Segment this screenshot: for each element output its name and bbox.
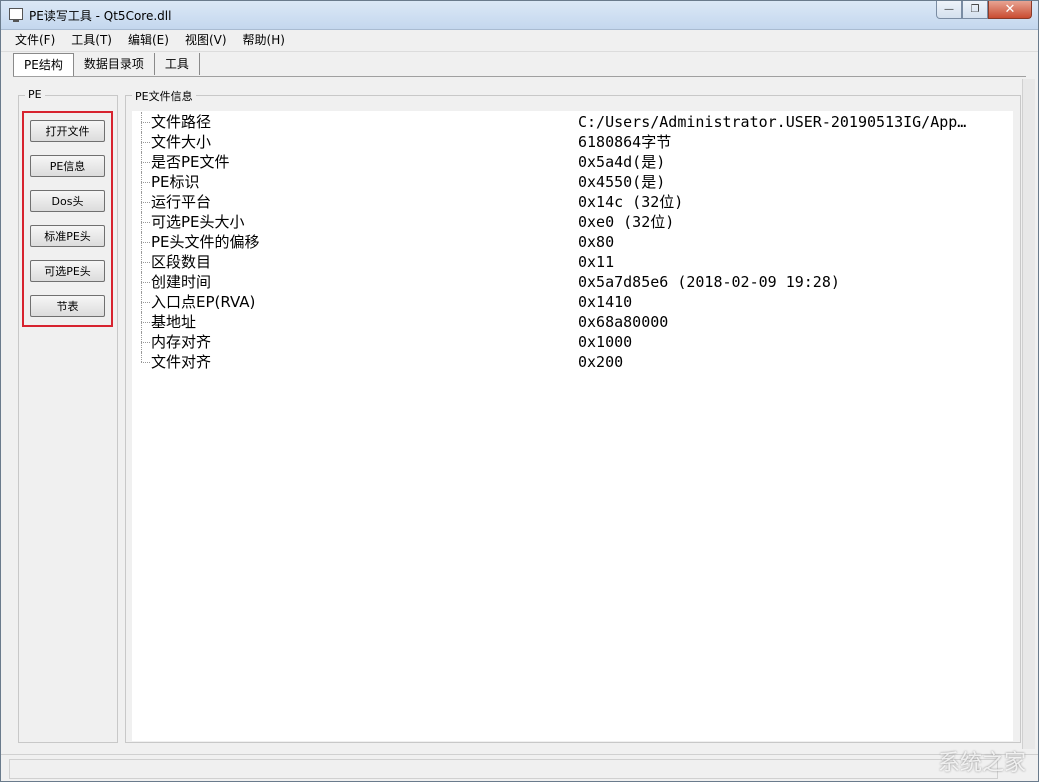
tree-connector bbox=[141, 122, 150, 124]
tree-row[interactable]: 区段数目 0x11 bbox=[132, 252, 1013, 272]
row-value: 0x1000 bbox=[578, 333, 633, 351]
tree-row[interactable]: 文件大小 6180864字节 bbox=[132, 132, 1013, 152]
tree-connector bbox=[141, 142, 150, 144]
menu-file[interactable]: 文件(F) bbox=[7, 30, 63, 51]
row-value: 6180864字节 bbox=[578, 133, 672, 151]
row-value: C:/Users/Administrator.USER-20190513IG/A… bbox=[578, 113, 967, 131]
app-icon bbox=[9, 8, 23, 22]
tab-bar: PE结构 数据目录项 工具 bbox=[13, 53, 200, 77]
tree-connector bbox=[141, 242, 150, 244]
row-key: 是否PE文件 bbox=[151, 153, 230, 171]
tree-connector bbox=[141, 322, 150, 324]
row-value: 0x11 bbox=[578, 253, 615, 271]
row-key: 可选PE头大小 bbox=[151, 213, 245, 231]
minimize-button[interactable]: — bbox=[936, 1, 962, 19]
tree-connector bbox=[141, 202, 150, 204]
pe-info-tree[interactable]: 文件路径 C:/Users/Administrator.USER-2019051… bbox=[132, 111, 1013, 741]
tree-row[interactable]: 是否PE文件 0x5a4d(是) bbox=[132, 152, 1013, 172]
tab-divider bbox=[13, 76, 1026, 77]
tree-connector bbox=[141, 302, 150, 304]
optional-pe-header-button[interactable]: 可选PE头 bbox=[30, 260, 105, 282]
row-value: 0xe0 (32位) bbox=[578, 213, 675, 231]
tree-connector bbox=[141, 182, 150, 184]
tree-connector bbox=[141, 262, 150, 264]
tree-row[interactable]: 文件路径 C:/Users/Administrator.USER-2019051… bbox=[132, 112, 1013, 132]
row-value: 0x1410 bbox=[578, 293, 633, 311]
row-key: 创建时间 bbox=[151, 273, 212, 291]
row-key: 文件大小 bbox=[151, 133, 212, 151]
menu-edit[interactable]: 编辑(E) bbox=[120, 30, 177, 51]
tab-pe-structure[interactable]: PE结构 bbox=[13, 53, 74, 77]
row-key: 入口点EP(RVA) bbox=[151, 293, 256, 311]
tree-row[interactable]: PE标识 0x4550(是) bbox=[132, 172, 1013, 192]
watermark: 系统之家 bbox=[937, 751, 1026, 776]
pe-group-label: PE bbox=[25, 88, 45, 101]
section-table-button[interactable]: 节表 bbox=[30, 295, 105, 317]
dos-header-button[interactable]: Dos头 bbox=[30, 190, 105, 212]
row-value: 0x68a80000 bbox=[578, 313, 669, 331]
row-key: PE头文件的偏移 bbox=[151, 233, 260, 251]
status-bar bbox=[1, 754, 1038, 781]
row-value: 0x5a4d(是) bbox=[578, 153, 666, 171]
row-value: 0x5a7d85e6 (2018-02-09 19:28) bbox=[578, 273, 840, 291]
tree-row[interactable]: 文件对齐 0x200 bbox=[132, 352, 1013, 372]
restore-icon: ❐ bbox=[970, 4, 980, 15]
title-bar[interactable]: PE读写工具 - Qt5Core.dll — ❐ ✕ bbox=[1, 1, 1038, 30]
tree-connector bbox=[141, 222, 150, 224]
row-value: 0x14c (32位) bbox=[578, 193, 684, 211]
tree-connector bbox=[141, 352, 143, 362]
tree-row[interactable]: 入口点EP(RVA) 0x1410 bbox=[132, 292, 1013, 312]
vertical-scrollbar[interactable] bbox=[1022, 79, 1035, 749]
minimize-icon: — bbox=[944, 4, 954, 15]
tree-connector bbox=[141, 282, 150, 284]
pe-file-info-label: PE文件信息 bbox=[132, 88, 196, 104]
open-file-button[interactable]: 打开文件 bbox=[30, 120, 105, 142]
row-key: 文件对齐 bbox=[151, 353, 212, 371]
tree-connector bbox=[141, 362, 150, 364]
row-value: 0x80 bbox=[578, 233, 615, 251]
window-controls: — ❐ ✕ bbox=[936, 1, 1032, 21]
maximize-button[interactable]: ❐ bbox=[962, 1, 988, 19]
tree-row[interactable]: PE头文件的偏移 0x80 bbox=[132, 232, 1013, 252]
tree-connector bbox=[141, 342, 150, 344]
tree-row[interactable]: 基地址 0x68a80000 bbox=[132, 312, 1013, 332]
tree-row[interactable]: 可选PE头大小 0xe0 (32位) bbox=[132, 212, 1013, 232]
tree-connector bbox=[141, 162, 150, 164]
status-field bbox=[9, 759, 998, 779]
close-icon: ✕ bbox=[1004, 2, 1016, 17]
row-key: 文件路径 bbox=[151, 113, 212, 131]
row-value: 0x4550(是) bbox=[578, 173, 666, 191]
pe-info-button[interactable]: PE信息 bbox=[30, 155, 105, 177]
menu-bar: 文件(F) 工具(T) 编辑(E) 视图(V) 帮助(H) bbox=[1, 30, 1038, 52]
row-key: 区段数目 bbox=[151, 253, 212, 271]
row-key: PE标识 bbox=[151, 173, 200, 191]
window-title: PE读写工具 - Qt5Core.dll bbox=[29, 9, 172, 23]
menu-view[interactable]: 视图(V) bbox=[177, 30, 235, 51]
row-key: 运行平台 bbox=[151, 193, 212, 211]
row-key: 基地址 bbox=[151, 313, 197, 331]
tree-row[interactable]: 创建时间 0x5a7d85e6 (2018-02-09 19:28) bbox=[132, 272, 1013, 292]
menu-help[interactable]: 帮助(H) bbox=[235, 30, 293, 51]
row-key: 内存对齐 bbox=[151, 333, 212, 351]
standard-pe-header-button[interactable]: 标准PE头 bbox=[30, 225, 105, 247]
close-button[interactable]: ✕ bbox=[988, 1, 1032, 19]
tab-tools[interactable]: 工具 bbox=[155, 53, 200, 75]
app-window: PE读写工具 - Qt5Core.dll — ❐ ✕ 文件(F) 工具(T) 编… bbox=[0, 0, 1039, 782]
menu-tools[interactable]: 工具(T) bbox=[63, 30, 120, 51]
tree-row[interactable]: 运行平台 0x14c (32位) bbox=[132, 192, 1013, 212]
row-value: 0x200 bbox=[578, 353, 624, 371]
tree-row[interactable]: 内存对齐 0x1000 bbox=[132, 332, 1013, 352]
tab-data-directory[interactable]: 数据目录项 bbox=[74, 53, 155, 75]
